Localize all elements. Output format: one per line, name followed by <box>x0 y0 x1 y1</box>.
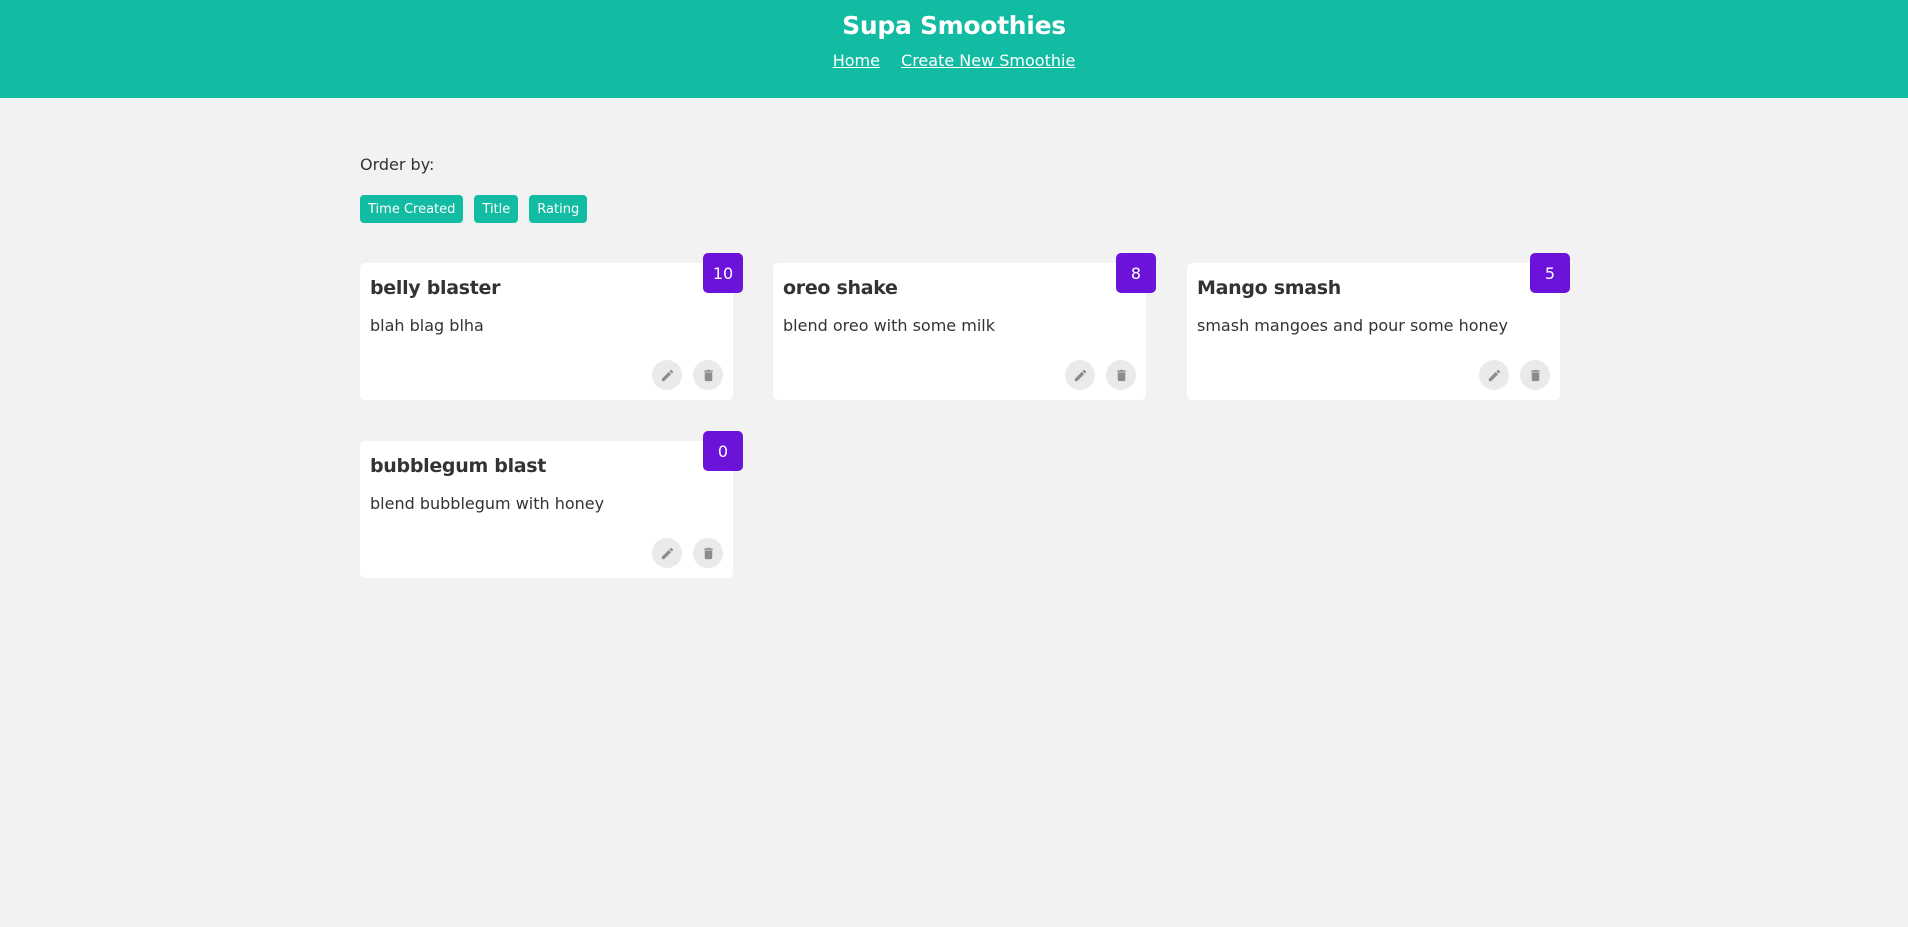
pencil-icon <box>661 369 673 381</box>
order-title-button[interactable]: Title <box>474 195 519 223</box>
rating-badge: 8 <box>1116 253 1156 293</box>
smoothie-title: belly blaster <box>370 277 501 299</box>
smoothie-card: belly blaster blah blag blha 10 <box>360 253 743 400</box>
trash-icon <box>1116 369 1126 381</box>
card-actions <box>1479 360 1550 390</box>
delete-button[interactable] <box>1106 360 1136 390</box>
trash-icon <box>703 547 713 559</box>
trash-icon <box>703 369 713 381</box>
smoothie-method: smash mangoes and pour some honey <box>1197 316 1508 335</box>
trash-icon <box>1530 369 1540 381</box>
smoothie-method: blah blag blha <box>370 316 484 335</box>
site-title: Supa Smoothies <box>842 11 1066 40</box>
card-actions <box>652 538 723 568</box>
edit-button[interactable] <box>652 538 682 568</box>
smoothie-method: blend bubblegum with honey <box>370 494 605 513</box>
nav-links: Home Create New Smoothie <box>0 51 1908 71</box>
edit-button[interactable] <box>1065 360 1095 390</box>
pencil-icon <box>1074 369 1086 381</box>
delete-button[interactable] <box>693 360 723 390</box>
smoothie-title: Mango smash <box>1197 277 1341 299</box>
edit-button[interactable] <box>652 360 682 390</box>
delete-button[interactable] <box>1520 360 1550 390</box>
smoothie-card: bubblegum blast blend bubblegum with hon… <box>360 431 743 578</box>
order-rating-button[interactable]: Rating <box>529 195 588 223</box>
pencil-icon <box>661 547 673 559</box>
card-actions <box>652 360 723 390</box>
smoothie-card: Mango smash smash mangoes and pour some … <box>1187 253 1570 400</box>
order-time-created-button[interactable]: Time Created <box>360 195 464 223</box>
nav-link-home[interactable]: Home <box>833 51 880 70</box>
smoothie-title: oreo shake <box>783 277 898 299</box>
rating-badge: 0 <box>703 431 743 471</box>
smoothie-method: blend oreo with some milk <box>783 316 995 335</box>
smoothie-card: oreo shake blend oreo with some milk 8 <box>773 253 1156 400</box>
order-by-label: Order by: <box>360 155 435 174</box>
edit-button[interactable] <box>1479 360 1509 390</box>
smoothie-title: bubblegum blast <box>370 455 547 477</box>
home-page: Order by: Time Created Title Rating bell… <box>0 98 1908 927</box>
navbar: Supa Smoothies Home Create New Smoothie <box>0 0 1908 98</box>
rating-badge: 10 <box>703 253 743 293</box>
rating-badge: 5 <box>1530 253 1570 293</box>
pencil-icon <box>1488 369 1500 381</box>
nav-link-create[interactable]: Create New Smoothie <box>901 51 1075 70</box>
card-actions <box>1065 360 1136 390</box>
delete-button[interactable] <box>693 538 723 568</box>
order-by-buttons: Time Created Title Rating <box>360 195 588 223</box>
